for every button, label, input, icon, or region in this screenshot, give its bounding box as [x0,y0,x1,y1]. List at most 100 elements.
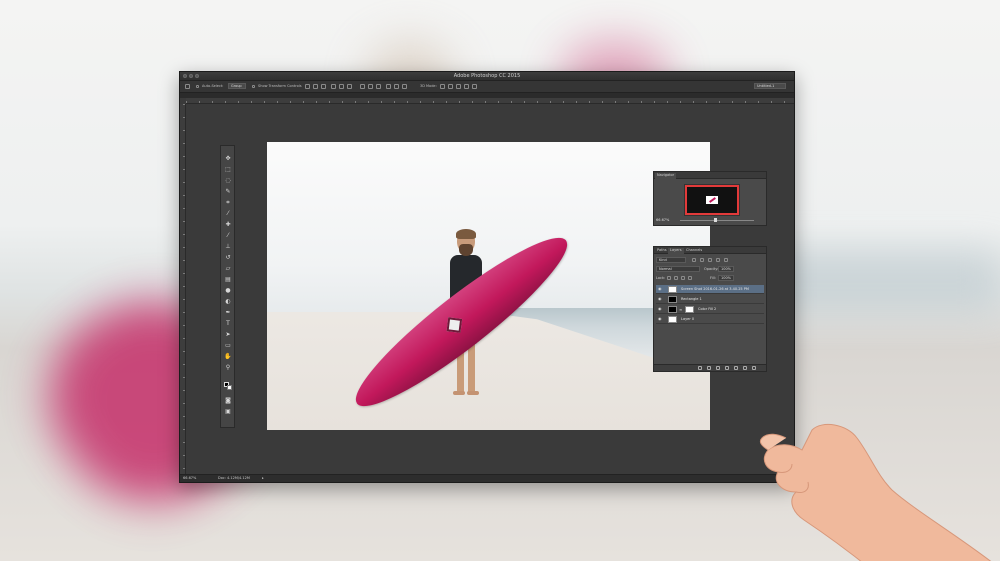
background-color-swatch[interactable] [227,385,232,390]
fill-field[interactable]: 100% [718,275,734,281]
lock-position-icon[interactable] [681,276,685,280]
auto-select-dropdown[interactable]: Group [228,83,246,89]
tab-paths[interactable]: Paths [655,248,669,252]
layers-panel-footer [654,364,766,371]
filter-type-icon[interactable] [708,258,712,262]
history-brush-tool-icon[interactable]: ↺ [224,255,232,261]
layer-name: Screen Shot 2016-01-26 at 3.40.25 PM [681,287,749,291]
blur-tool-icon[interactable]: ● [224,288,232,294]
align-left-icon[interactable] [331,84,336,89]
layers-filter-row: Kind [656,257,766,263]
link-layers-icon[interactable] [698,366,702,370]
adjustment-layer-icon[interactable] [725,366,729,370]
ruler-horizontal[interactable] [186,98,794,104]
photoshop-window: Adobe Photoshop CC 2015 Auto-Select: Gro… [179,71,795,483]
clone-stamp-tool-icon[interactable]: ⊥ [224,244,232,250]
status-menu-arrow-icon[interactable]: ▸ [262,476,264,480]
distribute-middle-icon[interactable] [368,84,373,89]
transform-controls-checkbox[interactable] [252,85,255,88]
lock-pixels-icon[interactable] [674,276,678,280]
quick-mask-icon[interactable]: ◙ [224,398,232,404]
trash-icon[interactable] [752,366,756,370]
filter-smart-object-icon[interactable] [724,258,728,262]
auto-select-checkbox[interactable] [196,85,199,88]
crop-tool-icon[interactable]: ⌗ [224,200,232,206]
layer-style-icon[interactable] [707,366,711,370]
distribute-left-icon[interactable] [386,84,391,89]
navigator-zoom-value[interactable]: 66.67% [656,218,669,222]
tab-channels[interactable]: Channels [684,248,704,252]
auto-select-label: Auto-Select: [202,84,224,88]
status-bar: 66.67% Doc: 4.12M/4.12M ▸ [180,474,794,482]
slide-3d-icon[interactable] [464,84,469,89]
layer-row[interactable]: ◉ Layer 0 [656,315,764,324]
tab-navigator[interactable]: Navigator [655,173,677,179]
align-right-icon[interactable] [347,84,352,89]
scale-3d-icon[interactable] [472,84,477,89]
layer-row[interactable]: ◉ Screen Shot 2016-01-26 at 3.40.25 PM [656,285,764,294]
workspace-switcher[interactable]: Untitled-1 [754,83,786,89]
new-layer-icon[interactable] [743,366,747,370]
filter-shape-icon[interactable] [716,258,720,262]
dodge-tool-icon[interactable]: ◐ [224,299,232,305]
rotate-3d-icon[interactable] [440,84,445,89]
photo-person-leg-right [468,342,475,394]
quick-select-tool-icon[interactable]: ✎ [224,189,232,195]
eye-icon[interactable]: ◉ [658,297,663,301]
healing-brush-tool-icon[interactable]: ✚ [224,222,232,228]
screen-mode-icon[interactable]: ▣ [224,409,232,415]
marquee-tool-icon[interactable]: ⬚ [224,167,232,173]
link-icon: ∞ [679,307,683,312]
layers-panel: Paths Layers Channels Kind Normal Opacit… [653,246,767,372]
layer-mask-thumbnail[interactable] [685,306,694,313]
lock-transparency-icon[interactable] [667,276,671,280]
rectangle-tool-icon[interactable]: ▭ [224,343,232,349]
navigator-zoom-knob[interactable] [714,218,717,222]
photo-person-foot-left [453,391,465,395]
eye-icon[interactable]: ◉ [658,307,663,311]
layer-row[interactable]: ◉ Rectangle 1 [656,295,764,304]
path-selection-tool-icon[interactable]: ➤ [224,332,232,338]
layer-row[interactable]: ◉ ∞ Color Fill 2 [656,305,764,314]
opacity-field[interactable]: 100% [718,266,734,272]
align-middle-icon[interactable] [313,84,318,89]
move-tool-icon[interactable]: ✥ [224,156,232,162]
align-bottom-icon[interactable] [321,84,326,89]
pen-tool-icon[interactable]: ✒ [224,310,232,316]
new-group-icon[interactable] [734,366,738,370]
blend-mode-dropdown[interactable]: Normal [656,266,700,272]
eye-icon[interactable]: ◉ [658,317,663,321]
brush-tool-icon[interactable]: ⁄ [224,233,232,239]
align-center-icon[interactable] [339,84,344,89]
lasso-tool-icon[interactable]: ◌ [224,178,232,184]
align-top-icon[interactable] [305,84,310,89]
tab-layers[interactable]: Layers [668,248,684,254]
ruler-vertical[interactable] [180,104,186,476]
zoom-icon[interactable]: ⚲ [224,365,232,371]
filter-adjustment-icon[interactable] [700,258,704,262]
filter-kind-dropdown[interactable]: Kind [656,257,686,263]
navigator-preview[interactable] [684,184,740,216]
add-mask-icon[interactable] [716,366,720,370]
gradient-tool-icon[interactable]: ▤ [224,277,232,283]
title-bar: Adobe Photoshop CC 2015 [180,72,794,81]
eye-icon[interactable]: ◉ [658,287,663,291]
lock-all-icon[interactable] [688,276,692,280]
document-canvas[interactable] [267,142,710,430]
layer-name: Color Fill 2 [698,307,717,311]
navigator-zoom-slider[interactable] [680,220,754,221]
eraser-tool-icon[interactable]: ▱ [224,266,232,272]
status-zoom[interactable]: 66.67% [183,476,196,480]
distribute-bottom-icon[interactable] [376,84,381,89]
mode-3d-label: 3D Mode: [420,84,437,88]
hand-icon[interactable]: ✋ [224,354,232,360]
filter-pixel-icon[interactable] [692,258,696,262]
distribute-right-icon[interactable] [402,84,407,89]
roll-3d-icon[interactable] [448,84,453,89]
distribute-top-icon[interactable] [360,84,365,89]
distribute-center-icon[interactable] [394,84,399,89]
drag-3d-icon[interactable] [456,84,461,89]
eyedropper-tool-icon[interactable]: ⁄ [224,211,232,217]
move-icon[interactable] [185,84,190,89]
type-tool-icon[interactable]: T [224,321,232,327]
